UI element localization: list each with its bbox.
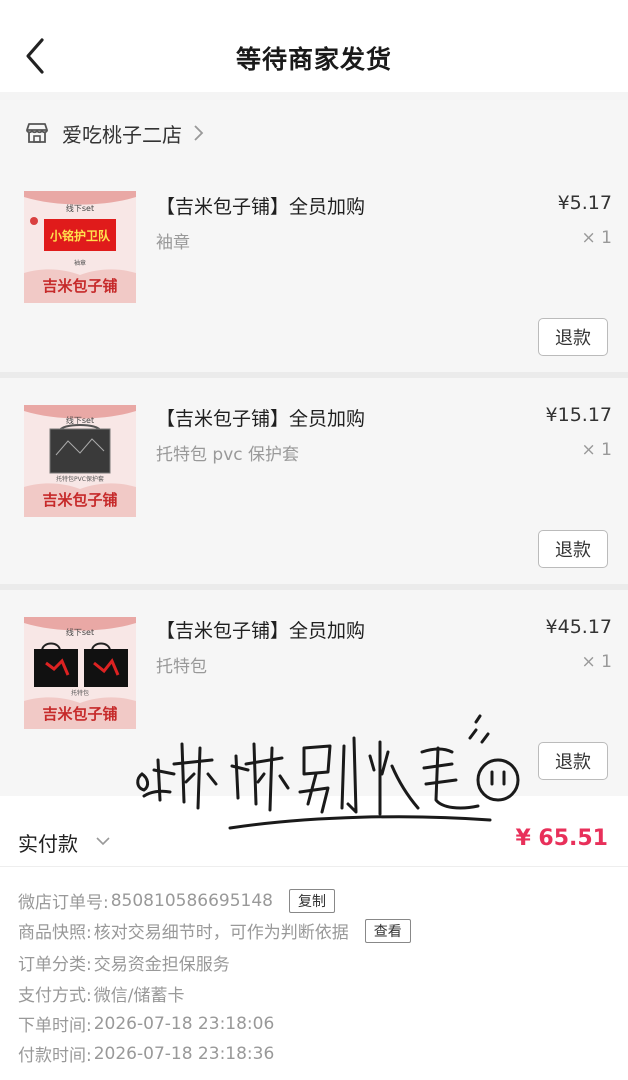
item-price: ¥15.17: [545, 404, 612, 426]
item-quantity: × 1: [581, 440, 612, 460]
item-title: 【吉米包子铺】全员加购: [156, 620, 366, 642]
pay-time-label: 付款时间:: [18, 1046, 92, 1066]
payment-summary[interactable]: 实付款 ¥ 65.51: [0, 808, 628, 870]
order-item[interactable]: 线下set 托特包PVC保护套 吉米包子铺 【吉米包子铺】全员加购 托特包 pv…: [0, 378, 628, 584]
thumb-top-text: 线下set: [66, 627, 94, 637]
thumb-caption: 托特包PVC保护套: [56, 475, 104, 483]
item-title: 【吉米包子铺】全员加购: [156, 408, 366, 430]
order-number-value: 850810586695148: [110, 890, 273, 911]
refund-button[interactable]: 退款: [538, 318, 608, 356]
payment-label: 实付款: [18, 832, 78, 856]
thumb-brand: 吉米包子铺: [42, 491, 117, 509]
category-value: 交易资金担保服务: [93, 955, 230, 975]
thumb-top-text: 线下set: [66, 415, 94, 425]
chevron-down-icon[interactable]: [96, 836, 110, 846]
snapshot-label: 商品快照:: [18, 923, 92, 943]
item-quantity: × 1: [581, 228, 612, 248]
payment-method-label: 支付方式:: [18, 986, 92, 1006]
item-spec: 袖章: [156, 233, 190, 253]
copy-button[interactable]: 复制: [288, 888, 335, 913]
view-button[interactable]: 查看: [364, 918, 411, 943]
thumb-caption: 袖章: [74, 259, 86, 267]
divider: [0, 866, 628, 867]
chevron-right-icon: [194, 125, 204, 141]
thumb-banner-text: 小铭护卫队: [50, 228, 111, 243]
item-spec: 托特包 pvc 保护套: [156, 445, 300, 465]
order-item[interactable]: 线下set 小铭护卫队 袖章 吉米包子铺 【吉米包子铺】全员加购 袖章 ¥5.1…: [0, 166, 628, 372]
refund-button[interactable]: 退款: [538, 530, 608, 568]
payment-amount: ¥ 65.51: [515, 826, 608, 851]
pay-time-row: 付款时间: 2026-07-18 23:18:36: [18, 1041, 275, 1067]
order-number-label: 微店订单号:: [18, 893, 109, 913]
shop-row[interactable]: 爱吃桃子二店: [0, 100, 628, 166]
thumb-brand: 吉米包子铺: [42, 705, 117, 723]
product-thumbnail: 线下set 托特包 吉米包子铺: [24, 617, 136, 729]
top-bar: 等待商家发货: [0, 0, 628, 92]
category-row: 订单分类: 交易资金担保服务: [18, 950, 230, 975]
shop-name: 爱吃桃子二店: [62, 122, 182, 147]
pay-time-value: 2026-07-18 23:18:36: [93, 1043, 275, 1064]
snapshot-row: 商品快照: 核对交易细节时，可作为判断依据 查看: [18, 918, 411, 943]
item-price: ¥5.17: [557, 192, 612, 214]
item-spec: 托特包: [156, 657, 207, 677]
item-quantity: × 1: [581, 652, 612, 672]
order-time-value: 2026-07-18 23:18:06: [93, 1013, 275, 1034]
order-item[interactable]: 线下set 托特包 吉米包子铺 【吉米包子铺】全员加购 托特包 ¥45.17 ×…: [0, 590, 628, 796]
order-time-row: 下单时间: 2026-07-18 23:18:06: [18, 1011, 275, 1037]
snapshot-text: 核对交易细节时，可作为判断依据: [93, 923, 349, 943]
section-gap: [0, 92, 628, 100]
payment-method-value: 微信/储蓄卡: [93, 986, 185, 1006]
thumb-top-text: 线下set: [66, 203, 94, 213]
order-number-row: 微店订单号: 850810586695148 复制: [18, 888, 335, 913]
product-thumbnail: 线下set 托特包PVC保护套 吉米包子铺: [24, 405, 136, 517]
shop-icon: [26, 123, 48, 143]
payment-method-row: 支付方式: 微信/储蓄卡: [18, 981, 184, 1006]
order-time-label: 下单时间:: [18, 1016, 92, 1036]
page-title: 等待商家发货: [235, 45, 392, 74]
item-title: 【吉米包子铺】全员加购: [156, 196, 366, 218]
product-thumbnail: 线下set 小铭护卫队 袖章 吉米包子铺: [24, 191, 136, 303]
thumb-brand: 吉米包子铺: [42, 277, 117, 295]
item-price: ¥45.17: [545, 616, 612, 638]
category-label: 订单分类:: [18, 955, 92, 975]
thumb-caption: 托特包: [71, 689, 89, 697]
refund-button[interactable]: 退款: [538, 742, 608, 780]
